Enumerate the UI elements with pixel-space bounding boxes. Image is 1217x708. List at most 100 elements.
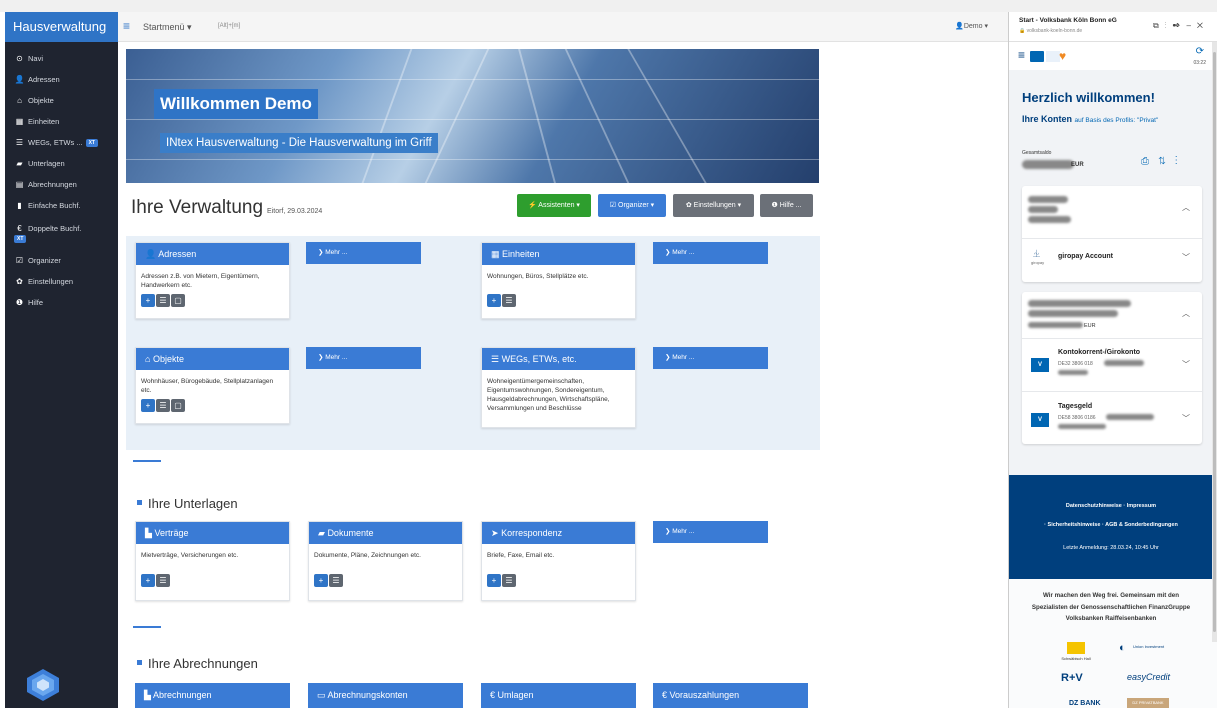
view-button[interactable]: ▢ xyxy=(171,294,185,307)
sidebar-item-organizer[interactable]: ☑ Organizer xyxy=(5,250,118,271)
card-title: Abrechnungskonten xyxy=(327,690,408,700)
add-button[interactable]: + xyxy=(314,574,328,587)
user-menu-label: Demo ▾ xyxy=(963,23,988,30)
gesamtsaldo-label: Gesamtsaldo xyxy=(1022,150,1052,156)
bank-url-text: volksbank-koeln-bonn.de xyxy=(1026,28,1083,34)
footer-links-2[interactable]: · Sicherheitshinweise · AGB & Sonderbedi… xyxy=(1009,522,1213,528)
card-objekte: ⌂ Objekte Wohnhäuser, Bürogebäude, Stell… xyxy=(135,347,290,424)
app-logo-icon[interactable] xyxy=(25,667,61,703)
card-title: Vorauszahlungen xyxy=(669,690,740,700)
card-text: Wohnhäuser, Bürogebäude, Stellplatzanlag… xyxy=(141,378,274,394)
more-button-einheiten[interactable]: ❯ Mehr ... xyxy=(653,242,768,264)
slogan-line: Wir machen den Weg frei. Gemeinsam mit d… xyxy=(1043,592,1179,599)
sidebar-item-einheiten[interactable]: ▦ Einheiten xyxy=(5,111,118,132)
card-title: Abrechnungen xyxy=(152,690,212,700)
card-header[interactable]: ▦ Einheiten xyxy=(482,243,635,265)
card-vorauszahlungen[interactable]: € Vorauszahlungen xyxy=(653,683,808,708)
einstellungen-button[interactable]: ✿ Einstellungen ▾ xyxy=(673,194,754,217)
print-sort-more-icons[interactable]: ⎙⇅⋮ xyxy=(1141,156,1187,167)
schwaebisch-hall-logo-icon xyxy=(1067,642,1085,654)
window-controls[interactable]: ⧉⋮✒–✕ xyxy=(1153,21,1209,31)
card-header[interactable]: ▰ Dokumente xyxy=(309,522,462,544)
edit-icon: ☑ xyxy=(15,256,24,265)
user-menu[interactable]: 👤Demo ▾ xyxy=(955,22,988,30)
sidebar-item-hilfe[interactable]: ❶ Hilfe xyxy=(5,292,118,313)
page-title-text: Ihre Verwaltung xyxy=(131,197,264,218)
more-button-objekte[interactable]: ❯ Mehr ... xyxy=(306,347,421,369)
sidebar-item-unterlagen[interactable]: ▰ Unterlagen xyxy=(5,153,118,174)
assistenten-button[interactable]: ⚡ Assistenten ▾ xyxy=(517,194,591,217)
sidebar-item-wegs[interactable]: ☰ WEGs, ETWs ... XT xyxy=(5,132,118,153)
more-button-adressen[interactable]: ❯ Mehr ... xyxy=(306,242,421,264)
sidebar-item-label: Doppelte Buchf. xyxy=(28,223,82,233)
collapse-icon[interactable]: ︿ xyxy=(1182,202,1190,213)
brand[interactable]: Hausverwaltung xyxy=(5,12,118,42)
collapse-icon[interactable]: ︿ xyxy=(1182,308,1190,319)
sidebar-item-navi[interactable]: ⊙ Navi xyxy=(5,48,118,69)
account-row-tagesgeld[interactable]: V Tagesgeld DE58 3806 0186 ﹀ xyxy=(1022,391,1202,444)
card-header[interactable]: ⌂ Objekte xyxy=(136,348,289,370)
union-investment-logo-icon: ◐ xyxy=(1119,642,1126,654)
account-row-giro[interactable]: V Kontokorrent-/Girokonto DE32 3806 018 … xyxy=(1022,338,1202,391)
document-icon: ▙ xyxy=(144,690,151,700)
card-umlagen[interactable]: € Umlagen xyxy=(481,683,636,708)
add-button[interactable]: + xyxy=(487,574,501,587)
sidebar-item-objekte[interactable]: ⌂ Objekte xyxy=(5,90,118,111)
chevron-down-icon[interactable]: ﹀ xyxy=(1182,252,1190,263)
list-button[interactable]: ☰ xyxy=(502,294,516,307)
account-iban: DE32 3806 018 xyxy=(1058,361,1093,367)
add-button[interactable]: + xyxy=(141,294,155,307)
hamburger-icon[interactable]: ≡ xyxy=(123,19,130,33)
list-button[interactable]: ☰ xyxy=(502,574,516,587)
chevron-down-icon[interactable]: ﹀ xyxy=(1182,413,1190,424)
organizer-button[interactable]: ☑ Organizer ▾ xyxy=(598,194,666,217)
sidebar-item-label: Organizer xyxy=(28,256,61,265)
card-header[interactable]: ☰ WEGs, ETWs, etc. xyxy=(482,348,635,370)
list-button[interactable]: ☰ xyxy=(156,574,170,587)
list-button[interactable]: ☰ xyxy=(156,294,170,307)
list-button[interactable]: ☰ xyxy=(156,399,170,412)
card-text: Mietverträge, Versicherungen etc. xyxy=(141,552,239,559)
more-button-unterlagen[interactable]: ❯ Mehr ... xyxy=(653,521,768,543)
chevron-down-icon[interactable]: ﹀ xyxy=(1182,359,1190,370)
sidebar-item-abrechnungen[interactable]: ▤ Abrechnungen xyxy=(5,174,118,195)
sidebar-item-label: Navi xyxy=(28,54,44,63)
bank-window-title: Start - Volksbank Köln Bonn eG xyxy=(1019,17,1117,24)
add-button[interactable]: + xyxy=(141,574,155,587)
sidebar-item-doppelte-buchf[interactable]: € Doppelte Buchf. XT xyxy=(5,216,118,250)
sidebar-item-einfache-buchf[interactable]: ▮ Einfache Buchf. xyxy=(5,195,118,216)
user-icon: 👤 xyxy=(14,75,25,84)
logout-icon[interactable]: ⟳ xyxy=(1196,46,1204,57)
window-top-strip xyxy=(0,0,1217,12)
scrollbar-thumb[interactable] xyxy=(1213,52,1216,632)
welcome-title: Willkommen Demo xyxy=(154,89,318,119)
bank-menu-icon[interactable]: ≡ xyxy=(1018,48,1025,62)
add-button[interactable]: + xyxy=(141,399,155,412)
screen: Hausverwaltung ⊙ Navi 👤 Adressen ⌂ Objekte … xyxy=(0,0,1217,708)
card-header[interactable]: ▙ Verträge xyxy=(136,522,289,544)
calc-icon: ▤ xyxy=(15,180,24,189)
welcome-subtitle: INtex Hausverwaltung - Die Hausverwaltun… xyxy=(160,133,438,153)
partner-sh: Schwäbisch Hall xyxy=(1061,656,1091,661)
giropay-row[interactable]: ⏈ giropay giropay Account ﹀ xyxy=(1022,238,1202,282)
card-text: Briefe, Faxe, Email etc. xyxy=(487,552,555,559)
volksbank-icon: V xyxy=(1031,413,1049,427)
bank-scrollbar[interactable] xyxy=(1212,42,1217,642)
card-header[interactable]: 👤 Adressen xyxy=(136,243,289,265)
card-abrechnungskonten[interactable]: ▭ Abrechnungskonten xyxy=(308,683,463,708)
bank-window-titlebar: Start - Volksbank Köln Bonn eG 🔒 volksba… xyxy=(1009,12,1217,42)
list-button[interactable]: ☰ xyxy=(329,574,343,587)
card-header[interactable]: ➤ Korrespondenz xyxy=(482,522,635,544)
card-abrechnungen[interactable]: ▙ Abrechnungen xyxy=(135,683,290,708)
hilfe-button[interactable]: ❶ Hilfe ... xyxy=(760,194,813,217)
card-title: Korrespondenz xyxy=(501,528,563,538)
more-button-wegs[interactable]: ❯ Mehr ... xyxy=(653,347,768,369)
start-menu[interactable]: Startmenü ▾ xyxy=(143,22,192,33)
add-button[interactable]: + xyxy=(487,294,501,307)
view-button[interactable]: ▢ xyxy=(171,399,185,412)
sidebar-item-label: Hilfe xyxy=(28,298,44,307)
book-icon: ▮ xyxy=(17,201,22,210)
sidebar-item-einstellungen[interactable]: ✿ Einstellungen xyxy=(5,271,118,292)
sidebar-item-adressen[interactable]: 👤 Adressen xyxy=(5,69,118,90)
footer-links-1[interactable]: Datenschutzhinweise · Impressum xyxy=(1009,503,1213,509)
